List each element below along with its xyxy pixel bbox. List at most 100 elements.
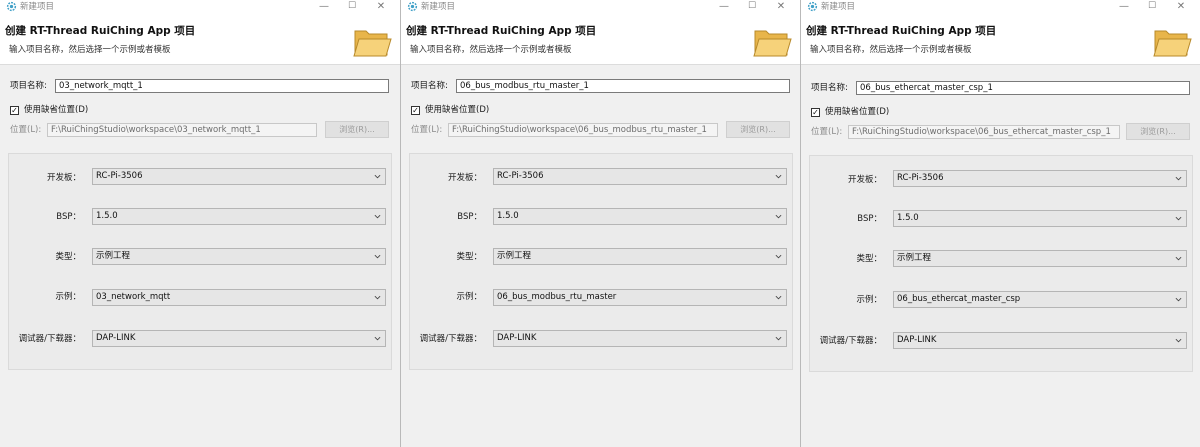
project-name-input[interactable]: 06_bus_ethercat_master_csp_1: [856, 81, 1190, 95]
board-label: 开发板：: [447, 173, 482, 183]
window-title: 新建项目: [821, 2, 856, 12]
new-project-window-2: 新建项目 — ☐ ✕ 创建 RT-Thread RuiChing App 项目 …: [400, 0, 800, 447]
location-input[interactable]: F:\RuiChingStudio\workspace\03_network_m…: [47, 123, 317, 137]
project-name-input[interactable]: 06_bus_modbus_rtu_master_1: [456, 79, 790, 93]
title-bar[interactable]: 新建项目 — ☐ ✕: [401, 0, 800, 14]
location-input[interactable]: F:\RuiChingStudio\workspace\06_bus_ether…: [848, 125, 1120, 139]
checkmark-icon: ✓: [11, 106, 18, 115]
chevron-down-icon: [1175, 338, 1182, 343]
debugger-select[interactable]: DAP-LINK: [893, 332, 1187, 349]
page-title: 创建 RT-Thread RuiChing App 项目: [406, 25, 597, 37]
folder-icon: [1153, 30, 1192, 57]
bsp-label: BSP：: [857, 214, 882, 224]
page-subtitle: 输入项目名称，然后选择一个示例或者模板: [810, 45, 972, 55]
folder-icon: [753, 30, 792, 57]
browse-button[interactable]: 浏览(R)...: [1126, 123, 1190, 140]
browse-button[interactable]: 浏览(R)...: [325, 121, 389, 138]
bsp-select[interactable]: 1.5.0: [493, 208, 787, 225]
chevron-down-icon: [374, 174, 381, 179]
chevron-down-icon: [775, 336, 782, 341]
example-select-value: 06_bus_modbus_rtu_master: [497, 292, 617, 302]
chevron-down-icon: [775, 214, 782, 219]
chevron-down-icon: [374, 295, 381, 300]
location-input[interactable]: F:\RuiChingStudio\workspace\06_bus_modbu…: [448, 123, 718, 137]
type-select[interactable]: 示例工程: [92, 248, 386, 265]
bsp-label: BSP：: [56, 212, 81, 222]
title-bar[interactable]: 新建项目 — ☐ ✕: [0, 0, 400, 14]
chevron-down-icon: [374, 254, 381, 259]
page-title: 创建 RT-Thread RuiChing App 项目: [806, 25, 997, 37]
new-project-window-1: 新建项目 — ☐ ✕ 创建 RT-Thread RuiChing App 项目 …: [0, 0, 400, 447]
maximize-icon[interactable]: ☐: [1141, 0, 1163, 14]
folder-icon: [353, 30, 392, 57]
type-select[interactable]: 示例工程: [493, 248, 787, 265]
default-location-label: 使用缺省位置(D): [425, 105, 490, 115]
bsp-select-value: 1.5.0: [96, 211, 118, 221]
chevron-down-icon: [1175, 256, 1182, 261]
board-select-value: RC-Pi-3506: [96, 171, 143, 181]
template-group: 开发板： RC-Pi-3506 BSP： 1.5.0 类型： 示例工程 示例： …: [409, 153, 793, 370]
minimize-icon[interactable]: —: [313, 0, 335, 14]
bsp-select[interactable]: 1.5.0: [893, 210, 1187, 227]
project-name-label: 项目名称:: [811, 83, 848, 93]
example-select[interactable]: 06_bus_modbus_rtu_master: [493, 289, 787, 306]
new-project-window-3: 新建项目 — ☐ ✕ 创建 RT-Thread RuiChing App 项目 …: [800, 0, 1200, 447]
chevron-down-icon: [1175, 176, 1182, 181]
board-select[interactable]: RC-Pi-3506: [92, 168, 386, 185]
chevron-down-icon: [775, 295, 782, 300]
gear-icon: [6, 1, 17, 12]
board-select-value: RC-Pi-3506: [497, 171, 544, 181]
debugger-label: 调试器/下载器：: [18, 334, 81, 344]
default-location-checkbox[interactable]: ✓: [811, 108, 820, 117]
board-select-value: RC-Pi-3506: [897, 173, 944, 183]
gear-icon: [407, 1, 418, 12]
default-location-checkbox[interactable]: ✓: [411, 106, 420, 115]
page-subtitle: 输入项目名称，然后选择一个示例或者模板: [9, 45, 171, 55]
close-icon[interactable]: ✕: [770, 0, 792, 14]
maximize-icon[interactable]: ☐: [341, 0, 363, 14]
maximize-icon[interactable]: ☐: [741, 0, 763, 14]
example-label: 示例：: [856, 295, 882, 305]
type-select-value: 示例工程: [897, 253, 932, 263]
minimize-icon[interactable]: —: [713, 0, 735, 14]
chevron-down-icon: [1175, 216, 1182, 221]
board-select[interactable]: RC-Pi-3506: [893, 170, 1187, 187]
template-group: 开发板： RC-Pi-3506 BSP： 1.5.0 类型： 示例工程 示例： …: [8, 153, 392, 370]
page-subtitle: 输入项目名称，然后选择一个示例或者模板: [410, 45, 572, 55]
close-icon[interactable]: ✕: [370, 0, 392, 14]
project-name-label: 项目名称:: [10, 81, 47, 91]
type-label: 类型：: [55, 252, 81, 262]
chevron-down-icon: [775, 254, 782, 259]
wizard-header: 创建 RT-Thread RuiChing App 项目 输入项目名称，然后选择…: [801, 14, 1200, 65]
debugger-select[interactable]: DAP-LINK: [493, 330, 787, 347]
type-label: 类型：: [856, 254, 882, 264]
close-icon[interactable]: ✕: [1170, 0, 1192, 14]
title-bar[interactable]: 新建项目 — ☐ ✕: [801, 0, 1200, 14]
checkmark-icon: ✓: [812, 108, 819, 117]
type-select[interactable]: 示例工程: [893, 250, 1187, 267]
template-group: 开发板： RC-Pi-3506 BSP： 1.5.0 类型： 示例工程 示例： …: [809, 155, 1193, 372]
gear-icon: [807, 1, 818, 12]
minimize-icon[interactable]: —: [1113, 0, 1135, 14]
location-label: 位置(L):: [10, 125, 42, 135]
debugger-select-value: DAP-LINK: [897, 335, 937, 345]
location-label: 位置(L):: [811, 127, 843, 137]
board-label: 开发板：: [847, 175, 882, 185]
wizard-header: 创建 RT-Thread RuiChing App 项目 输入项目名称，然后选择…: [0, 14, 400, 65]
example-select[interactable]: 06_bus_ethercat_master_csp: [893, 291, 1187, 308]
example-label: 示例：: [55, 292, 81, 302]
bsp-select[interactable]: 1.5.0: [92, 208, 386, 225]
example-select-value: 06_bus_ethercat_master_csp: [897, 294, 1021, 304]
example-select[interactable]: 03_network_mqtt: [92, 289, 386, 306]
type-select-value: 示例工程: [497, 251, 532, 261]
default-location-label: 使用缺省位置(D): [24, 105, 89, 115]
page-title: 创建 RT-Thread RuiChing App 项目: [5, 25, 196, 37]
bsp-label: BSP：: [457, 212, 482, 222]
wizard-header: 创建 RT-Thread RuiChing App 项目 输入项目名称，然后选择…: [401, 14, 800, 65]
browse-button[interactable]: 浏览(R)...: [726, 121, 790, 138]
board-select[interactable]: RC-Pi-3506: [493, 168, 787, 185]
debugger-select[interactable]: DAP-LINK: [92, 330, 386, 347]
chevron-down-icon: [1175, 297, 1182, 302]
project-name-input[interactable]: 03_network_mqtt_1: [55, 79, 389, 93]
default-location-checkbox[interactable]: ✓: [10, 106, 19, 115]
